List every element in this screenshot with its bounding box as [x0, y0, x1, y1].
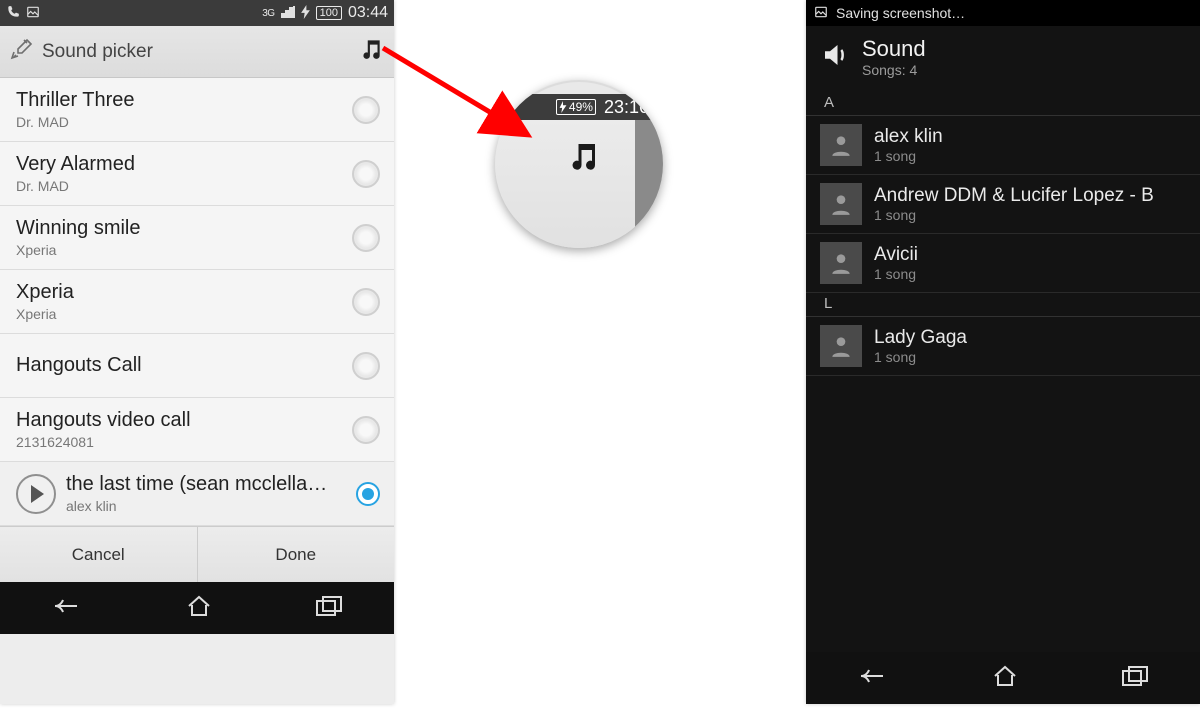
zoom-battery: 49% — [556, 99, 596, 115]
sound-title: Hangouts video call — [16, 409, 191, 432]
sound-title: Xperia — [16, 281, 74, 304]
bolt-icon — [301, 5, 310, 22]
section-header: L — [806, 293, 1200, 317]
radio-unselected-icon[interactable] — [352, 224, 380, 252]
sound-title: Very Alarmed — [16, 153, 135, 176]
back-icon[interactable] — [51, 594, 83, 623]
sound-subtitle: Xperia — [16, 306, 74, 322]
picture-icon — [26, 5, 40, 22]
sound-row[interactable]: Thriller Three Dr. MAD — [0, 78, 394, 142]
radio-unselected-icon[interactable] — [352, 96, 380, 124]
artist-row[interactable]: Andrew DDM & Lucifer Lopez - B 1 song — [806, 175, 1200, 234]
sound-row[interactable]: Winning smile Xperia — [0, 206, 394, 270]
speaker-icon — [820, 40, 850, 75]
zoom-callout: 49% 23:16 — [495, 80, 663, 248]
appbar-title-text: Sound picker — [42, 41, 153, 63]
sound-title: Hangouts Call — [16, 354, 142, 377]
signal-icon — [281, 6, 295, 21]
recent-apps-icon[interactable] — [1121, 665, 1149, 692]
done-button[interactable]: Done — [197, 527, 395, 582]
sound-picker-screen: 3G 100 03:44 Sound picker Thriller Three — [0, 0, 394, 704]
artist-count: 1 song — [874, 266, 918, 282]
dialog-footer: Cancel Done — [0, 526, 394, 582]
avatar-icon — [820, 242, 862, 284]
sound-row[interactable]: Hangouts Call — [0, 334, 394, 398]
statusbar: 3G 100 03:44 — [0, 0, 394, 26]
artist-name: Avicii — [874, 244, 918, 266]
sound-artists-screen: Saving screenshot… Sound Songs: 4 A alex… — [806, 0, 1200, 704]
music-icon — [565, 138, 601, 179]
sound-subtitle: Dr. MAD — [16, 114, 135, 130]
artist-row[interactable]: Avicii 1 song — [806, 234, 1200, 293]
artist-count: 1 song — [874, 349, 967, 365]
sound-list: Thriller Three Dr. MAD Very Alarmed Dr. … — [0, 78, 394, 526]
radio-unselected-icon[interactable] — [352, 288, 380, 316]
sound-subtitle: Xperia — [16, 242, 140, 258]
zoom-time: 23:16 — [604, 97, 649, 118]
artist-name: Lady Gaga — [874, 327, 967, 349]
radio-unselected-icon[interactable] — [352, 352, 380, 380]
artist-name: alex klin — [874, 126, 943, 148]
music-icon[interactable] — [358, 36, 384, 67]
tools-icon — [10, 37, 34, 67]
radio-unselected-icon[interactable] — [352, 416, 380, 444]
sound-title: Thriller Three — [16, 89, 135, 112]
screen-header: Sound Songs: 4 — [806, 26, 1200, 92]
sound-row[interactable]: Very Alarmed Dr. MAD — [0, 142, 394, 206]
picture-icon — [814, 5, 828, 22]
section-header: A — [806, 92, 1200, 116]
avatar-icon — [820, 183, 862, 225]
radio-selected-icon[interactable] — [356, 482, 380, 506]
radio-unselected-icon[interactable] — [352, 160, 380, 188]
back-icon[interactable] — [857, 664, 889, 693]
recent-apps-icon[interactable] — [315, 595, 343, 622]
sound-subtitle: Dr. MAD — [16, 178, 135, 194]
avatar-icon — [820, 325, 862, 367]
sound-subtitle: 2131624081 — [16, 434, 191, 450]
sound-row[interactable]: Hangouts video call 2131624081 — [0, 398, 394, 462]
artist-row[interactable]: alex klin 1 song — [806, 116, 1200, 175]
header-subtitle: Songs: 4 — [862, 62, 926, 78]
sound-title: Winning smile — [16, 217, 140, 240]
nav-bar — [0, 582, 394, 634]
clock: 03:44 — [348, 4, 388, 22]
avatar-icon — [820, 124, 862, 166]
statusbar: Saving screenshot… — [806, 0, 1200, 26]
cancel-button[interactable]: Cancel — [0, 527, 197, 582]
play-icon[interactable] — [16, 474, 56, 514]
artist-row[interactable]: Lady Gaga 1 song — [806, 317, 1200, 376]
nav-bar — [806, 652, 1200, 704]
appbar: Sound picker — [0, 26, 394, 78]
network-label: 3G — [262, 8, 274, 19]
home-icon[interactable] — [992, 664, 1018, 693]
phone-icon — [6, 5, 20, 22]
status-text: Saving screenshot… — [836, 5, 965, 21]
artist-name: Andrew DDM & Lucifer Lopez - B — [874, 185, 1154, 207]
sound-row[interactable]: Xperia Xperia — [0, 270, 394, 334]
artist-count: 1 song — [874, 148, 943, 164]
home-icon[interactable] — [186, 594, 212, 623]
header-title: Sound — [862, 36, 926, 62]
artist-count: 1 song — [874, 207, 1154, 223]
sound-subtitle: alex klin — [66, 498, 327, 514]
sound-row[interactable]: the last time (sean mcclella… alex klin — [0, 462, 394, 526]
battery-level: 100 — [316, 6, 342, 20]
sound-title: the last time (sean mcclella… — [66, 473, 327, 496]
